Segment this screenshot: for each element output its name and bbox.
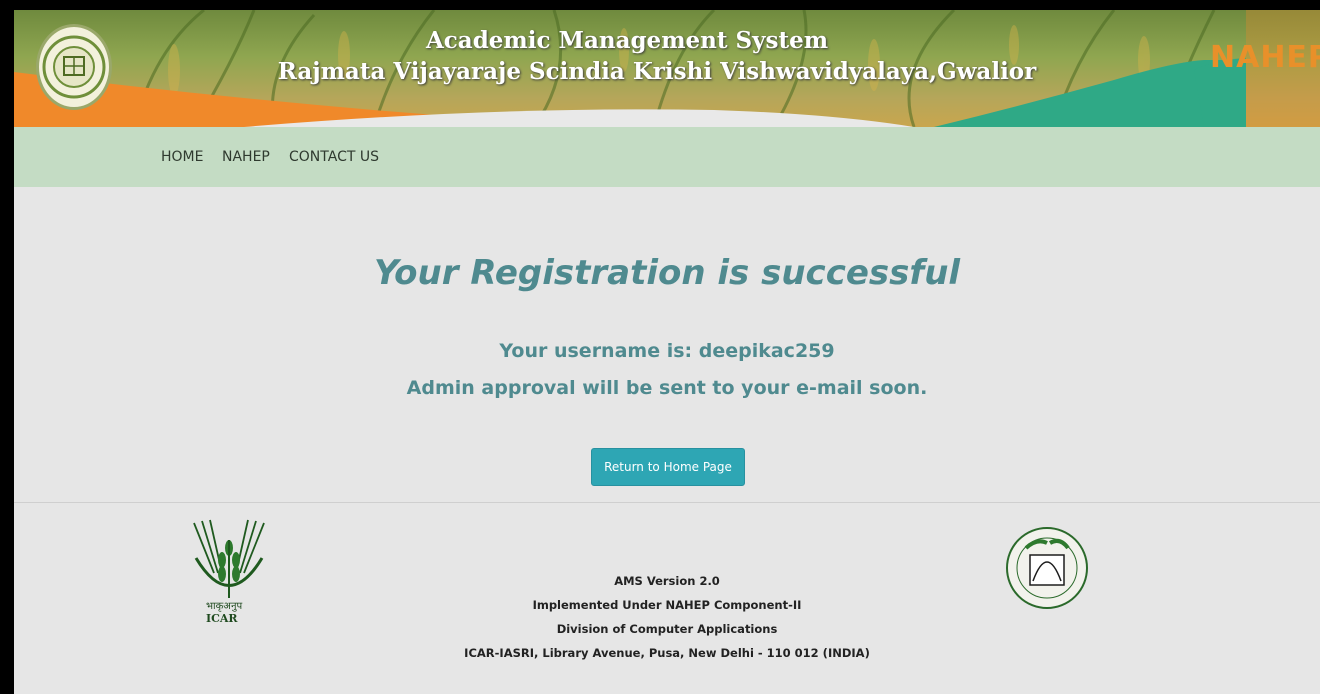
site-title-line1: Academic Management System xyxy=(425,27,829,54)
nav-item-nahep[interactable]: NAHEP xyxy=(222,149,270,165)
browser-viewport: Academic Management System Rajmata Vijay… xyxy=(14,10,1320,694)
iasri-logo xyxy=(1002,523,1092,618)
site-title: Academic Management System Rajmata Vijay… xyxy=(14,26,1320,88)
nav-item-contact-us[interactable]: CONTACT US xyxy=(289,149,379,165)
header-banner: Academic Management System Rajmata Vijay… xyxy=(14,10,1320,127)
username-message: Your username is: deepikac259 xyxy=(499,340,835,362)
footer-implemented: Implemented Under NAHEP Component-II xyxy=(532,598,802,612)
wheat-icon xyxy=(193,519,265,598)
top-nav: HOME NAHEP CONTACT US xyxy=(14,127,1320,187)
main-content: Your Registration is successful Your use… xyxy=(14,187,1320,503)
site-title-line2: Rajmata Vijayaraje Scindia Krishi Vishwa… xyxy=(277,58,1037,85)
return-home-button[interactable]: Return to Home Page xyxy=(591,448,745,486)
footer-division: Division of Computer Applications xyxy=(556,622,778,636)
nahep-logo: NAHEP xyxy=(1210,40,1320,75)
footer-address: ICAR-IASRI, Library Avenue, Pusa, New De… xyxy=(464,646,870,660)
nav-item-home[interactable]: HOME xyxy=(161,149,203,165)
footer-version: AMS Version 2.0 xyxy=(614,574,720,588)
success-heading: Your Registration is successful xyxy=(373,253,961,293)
footer: भाकृअनुप ICAR AMS Version 2.0 Implemente… xyxy=(14,503,1320,694)
approval-message: Admin approval will be sent to your e-ma… xyxy=(406,377,928,399)
